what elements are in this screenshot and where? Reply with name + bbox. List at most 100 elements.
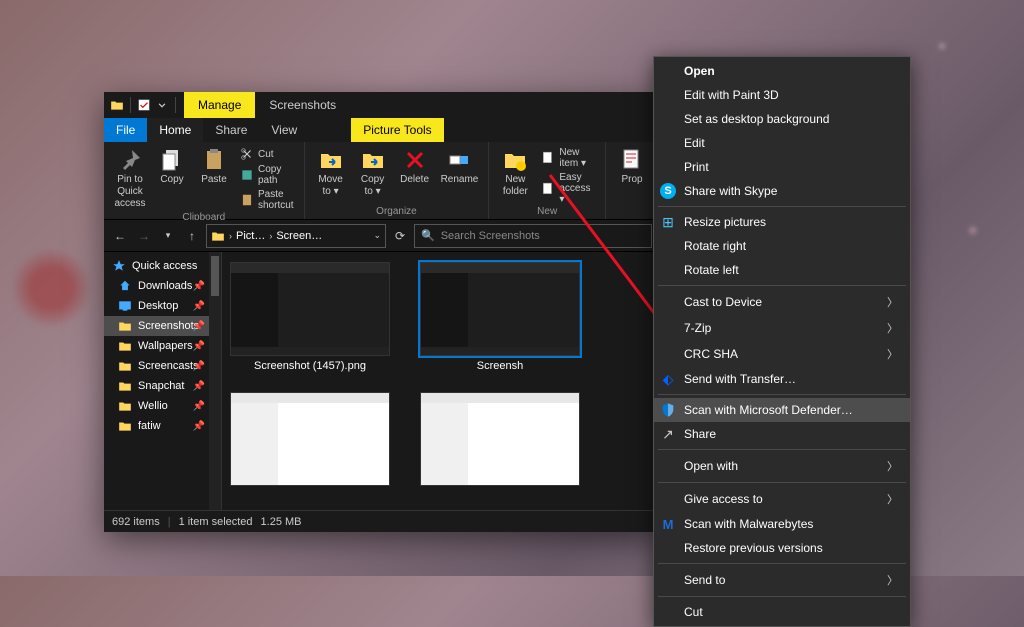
scrollbar-thumb[interactable] — [211, 256, 219, 296]
breadcrumb[interactable]: › Pict… › Screen… ⌄ — [206, 224, 386, 248]
context-menu-item[interactable]: Rotate right — [654, 234, 910, 258]
easy-access-button[interactable]: Easy access ▾ — [537, 171, 599, 206]
cut-icon — [240, 147, 254, 161]
ribbon: Pin to Quick access Copy Paste Cut — [104, 142, 658, 220]
tab-view[interactable]: View — [259, 118, 309, 142]
search-box[interactable]: 🔍 Search Screenshots — [414, 224, 652, 248]
file-thumbnail[interactable]: Screensh — [420, 262, 580, 372]
pin-icon: 📌 — [193, 361, 205, 372]
file-thumbnail[interactable] — [230, 392, 390, 490]
rename-icon — [447, 148, 471, 172]
copy-button[interactable]: Copy — [152, 146, 192, 212]
context-menu-item[interactable]: Edit with Paint 3D — [654, 83, 910, 107]
nav-pane: Quick access Downloads📌Desktop📌Screensho… — [104, 252, 222, 510]
context-menu-item[interactable]: MScan with Malwarebytes — [654, 512, 910, 536]
file-explorer-window: Manage Screenshots File Home Share View … — [104, 92, 658, 532]
tab-share[interactable]: Share — [203, 118, 259, 142]
folder-icon — [118, 399, 132, 413]
file-thumbnail[interactable]: Screenshot (1457).png — [230, 262, 390, 372]
file-name: Screensh — [477, 360, 523, 372]
context-menu-item[interactable]: Cast to Device〉 — [654, 289, 910, 315]
context-menu-item[interactable]: Open — [654, 59, 910, 83]
delete-button[interactable]: Delete — [395, 146, 435, 200]
menu-separator — [658, 482, 906, 483]
paste-button[interactable]: Paste — [194, 146, 234, 212]
context-menu-item[interactable]: SShare with Skype — [654, 179, 910, 203]
pin-icon: 📌 — [193, 321, 205, 332]
context-menu-item[interactable]: Cut — [654, 600, 910, 624]
recent-dropdown[interactable]: ▾ — [158, 226, 178, 246]
tab-file[interactable]: File — [104, 118, 147, 142]
easy-access-icon — [541, 182, 555, 196]
menu-separator — [658, 563, 906, 564]
context-menu-item[interactable]: CRC SHA〉 — [654, 341, 910, 367]
pin-icon: 📌 — [193, 301, 205, 312]
folder-icon — [110, 98, 124, 112]
status-selection: 1 item selected — [179, 516, 253, 528]
new-folder-button[interactable]: New folder — [495, 146, 535, 206]
copy-to-button[interactable]: Copy to ▾ — [353, 146, 393, 200]
sidebar-item[interactable]: fatiw📌 — [104, 416, 221, 436]
chevron-right-icon: 〉 — [887, 320, 898, 336]
star-icon — [112, 259, 126, 273]
copy-path-button[interactable]: Copy path — [236, 163, 298, 187]
pin-icon: 📌 — [193, 341, 205, 352]
cut-button[interactable]: Cut — [236, 146, 298, 162]
sidebar-item[interactable]: Snapchat📌 — [104, 376, 221, 396]
copy-path-icon — [240, 168, 254, 182]
context-menu-item[interactable]: Open with〉 — [654, 453, 910, 479]
tab-home[interactable]: Home — [147, 118, 203, 142]
tab-picture-tools[interactable]: Picture Tools — [351, 118, 443, 142]
forward-button[interactable]: → — [134, 226, 154, 246]
file-thumbnail[interactable] — [420, 392, 580, 490]
context-menu-item[interactable]: Restore previous versions — [654, 536, 910, 560]
quick-access-header[interactable]: Quick access — [104, 256, 221, 276]
pin-quick-access-button[interactable]: Pin to Quick access — [110, 146, 150, 212]
up-button[interactable]: ↑ — [182, 226, 202, 246]
refresh-button[interactable]: ⟳ — [390, 229, 410, 243]
titlebar: Manage Screenshots — [104, 92, 658, 118]
share-icon: ↗ — [660, 426, 676, 442]
skype-icon: S — [660, 183, 676, 199]
dropdown-icon[interactable] — [155, 98, 169, 112]
menu-separator — [658, 596, 906, 597]
scrollbar[interactable] — [209, 252, 221, 510]
file-name: Screenshot (1457).png — [254, 360, 366, 372]
folder-icon — [118, 359, 132, 373]
breadcrumb-segment[interactable]: Pict… — [236, 230, 265, 242]
thumbnail-image — [420, 262, 580, 356]
context-menu-item[interactable]: Set as desktop background — [654, 107, 910, 131]
back-button[interactable]: ← — [110, 226, 130, 246]
folder-icon — [118, 319, 132, 333]
context-menu-item[interactable]: ⬖Send with Transfer… — [654, 367, 910, 391]
status-item-count: 692 items — [112, 516, 160, 528]
properties-button[interactable]: Prop — [612, 146, 652, 188]
chevron-down-icon[interactable]: ⌄ — [373, 230, 381, 241]
contextual-tab-manage[interactable]: Manage — [184, 92, 255, 118]
context-menu-item[interactable]: Rotate left — [654, 258, 910, 282]
context-menu-item[interactable]: Give access to〉 — [654, 486, 910, 512]
sidebar-item[interactable]: Desktop📌 — [104, 296, 221, 316]
sidebar-item[interactable]: Screencasts📌 — [104, 356, 221, 376]
new-item-button[interactable]: New item ▾ — [537, 146, 599, 170]
context-menu-item[interactable]: Scan with Microsoft Defender… — [654, 398, 910, 422]
context-menu-item[interactable]: Edit — [654, 131, 910, 155]
sidebar-item[interactable]: Wallpapers📌 — [104, 336, 221, 356]
move-to-button[interactable]: Move to ▾ — [311, 146, 351, 200]
rename-button[interactable]: Rename — [437, 146, 483, 200]
context-menu-item[interactable]: Print — [654, 155, 910, 179]
checkbox-icon[interactable] — [137, 98, 151, 112]
status-bar: 692 items | 1 item selected 1.25 MB — [104, 510, 658, 532]
context-menu-item[interactable]: ⊞Resize pictures — [654, 210, 910, 234]
context-menu-item[interactable]: 7-Zip〉 — [654, 315, 910, 341]
context-menu-item[interactable]: Send to〉 — [654, 567, 910, 593]
sidebar-item[interactable]: Downloads📌 — [104, 276, 221, 296]
qat — [104, 92, 184, 118]
menu-separator — [658, 394, 906, 395]
sidebar-item[interactable]: Wellio📌 — [104, 396, 221, 416]
paste-shortcut-button[interactable]: Paste shortcut — [236, 188, 298, 212]
ribbon-group-organize: Move to ▾ Copy to ▾ Delete Rename Organi… — [305, 142, 490, 219]
breadcrumb-segment[interactable]: Screen… — [276, 230, 322, 242]
context-menu-item[interactable]: ↗Share — [654, 422, 910, 446]
sidebar-item[interactable]: Screenshots📌 — [104, 316, 221, 336]
